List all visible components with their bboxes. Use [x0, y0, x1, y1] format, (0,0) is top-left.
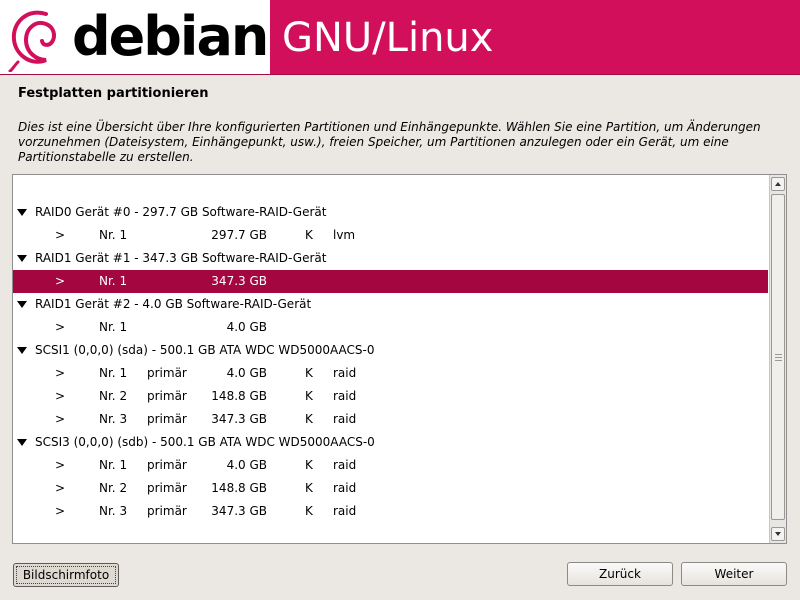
device-row[interactable]: RAID1 Gerät #1 - 347.3 GB Software-RAID-… — [13, 247, 768, 270]
partition-usage: raid — [333, 481, 357, 495]
partition-usage: raid — [333, 504, 357, 518]
partition-size: 148.8 GB — [211, 481, 267, 495]
partition-arrow: > — [55, 366, 66, 380]
partition-size: 347.3 GB — [211, 412, 267, 426]
partition-format-flag: K — [305, 389, 313, 403]
partition-size: 297.7 GB — [211, 228, 267, 242]
device-label: RAID0 Gerät #0 - 297.7 GB Software-RAID-… — [35, 205, 327, 219]
partition-number: Nr. 1 — [99, 274, 128, 288]
partition-format-flag: K — [305, 481, 313, 495]
partition-number: Nr. 2 — [99, 481, 128, 495]
partition-format-flag: K — [305, 458, 313, 472]
partition-format-flag: K — [305, 228, 313, 242]
partition-row[interactable]: > Nr. 1 4.0 GB — [13, 316, 768, 339]
device-label: SCSI1 (0,0,0) (sda) - 500.1 GB ATA WDC W… — [35, 343, 375, 357]
partition-number: Nr. 1 — [99, 366, 128, 380]
partition-usage: raid — [333, 366, 357, 380]
thumb-grip — [775, 354, 782, 355]
partition-row[interactable]: > Nr. 1 297.7 GB Klvm — [13, 224, 768, 247]
scroll-down-button[interactable] — [771, 527, 785, 541]
scroll-up-button[interactable] — [771, 177, 785, 191]
debian-swirl-icon — [8, 10, 56, 72]
partition-number: Nr. 3 — [99, 412, 128, 426]
expander-triangle-icon[interactable] — [17, 347, 27, 354]
expander-triangle-icon[interactable] — [17, 439, 27, 446]
partition-size: 347.3 GB — [211, 504, 267, 518]
partition-size: 4.0 GB — [226, 366, 267, 380]
partition-row-selected[interactable]: > Nr. 1 347.3 GB — [13, 270, 768, 293]
partition-row[interactable]: > Nr. 1 primär 4.0 GB Kraid — [13, 454, 768, 477]
device-label: RAID1 Gerät #2 - 4.0 GB Software-RAID-Ge… — [35, 297, 312, 311]
partition-row[interactable]: > Nr. 3 primär 347.3 GB Kraid — [13, 500, 768, 523]
partition-format-flag: K — [305, 504, 313, 518]
partition-usage: raid — [333, 412, 357, 426]
expander-triangle-icon[interactable] — [17, 301, 27, 308]
gnu-linux-tagline: GNU/Linux — [282, 15, 494, 61]
partition-usage: raid — [333, 389, 357, 403]
partition-number: Nr. 3 — [99, 504, 128, 518]
back-button[interactable]: Zurück — [567, 562, 673, 586]
partition-arrow: > — [55, 481, 66, 495]
partition-size: 4.0 GB — [226, 458, 267, 472]
partition-arrow: > — [55, 458, 66, 472]
partition-size: 148.8 GB — [211, 389, 267, 403]
vertical-scrollbar[interactable] — [769, 175, 786, 543]
partition-usage: raid — [333, 458, 357, 472]
partition-arrow: > — [55, 320, 66, 334]
device-row[interactable]: RAID1 Gerät #2 - 4.0 GB Software-RAID-Ge… — [13, 293, 768, 316]
partition-number: Nr. 1 — [99, 320, 128, 334]
debian-wordmark: debian — [72, 5, 269, 68]
partition-row[interactable]: > Nr. 2 primär 148.8 GB Kraid — [13, 385, 768, 408]
partition-usage: lvm — [333, 228, 356, 242]
partition-arrow: > — [55, 228, 66, 242]
device-row[interactable]: SCSI1 (0,0,0) (sda) - 500.1 GB ATA WDC W… — [13, 339, 768, 362]
partition-list[interactable]: RAID0 Gerät #0 - 297.7 GB Software-RAID-… — [12, 174, 787, 544]
partition-row[interactable]: > Nr. 3 primär 347.3 GB Kraid — [13, 408, 768, 431]
partition-format-flag: K — [305, 412, 313, 426]
partition-arrow: > — [55, 504, 66, 518]
partition-number: Nr. 1 — [99, 458, 128, 472]
expander-triangle-icon[interactable] — [17, 209, 27, 216]
device-label: SCSI3 (0,0,0) (sdb) - 500.1 GB ATA WDC W… — [35, 435, 375, 449]
continue-button[interactable]: Weiter — [681, 562, 787, 586]
device-row[interactable]: SCSI3 (0,0,0) (sdb) - 500.1 GB ATA WDC W… — [13, 431, 768, 454]
debian-banner: debian GNU/Linux — [0, 0, 800, 75]
partition-size: 4.0 GB — [226, 320, 267, 334]
partition-arrow: > — [55, 389, 66, 403]
partition-arrow: > — [55, 274, 66, 288]
partition-number: Nr. 2 — [99, 389, 128, 403]
page-description: Dies ist eine Übersicht über Ihre konfig… — [18, 120, 761, 164]
screenshot-button[interactable]: Bildschirmfoto — [13, 563, 119, 587]
page-title: Festplatten partitionieren — [18, 86, 209, 101]
partition-row[interactable]: > Nr. 1 primär 4.0 GB Kraid — [13, 362, 768, 385]
partition-arrow: > — [55, 412, 66, 426]
expander-triangle-icon[interactable] — [17, 255, 27, 262]
scrollbar-thumb[interactable] — [771, 194, 785, 520]
partition-number: Nr. 1 — [99, 228, 128, 242]
thumb-grip — [775, 360, 782, 361]
partition-row[interactable]: > Nr. 2 primär 148.8 GB Kraid — [13, 477, 768, 500]
device-label: RAID1 Gerät #1 - 347.3 GB Software-RAID-… — [35, 251, 327, 265]
device-row[interactable]: RAID0 Gerät #0 - 297.7 GB Software-RAID-… — [13, 201, 768, 224]
thumb-grip — [775, 357, 782, 358]
partition-size: 347.3 GB — [211, 274, 267, 288]
partition-format-flag: K — [305, 366, 313, 380]
banner-divider — [0, 74, 800, 75]
